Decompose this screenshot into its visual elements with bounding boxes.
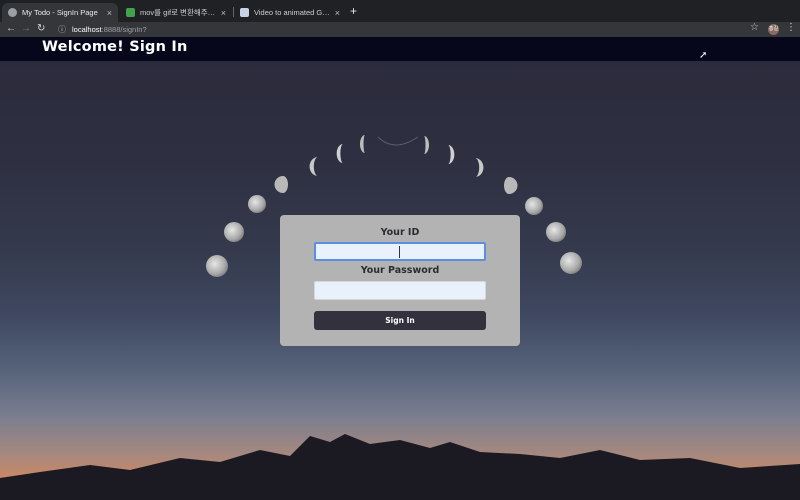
bookmark-star-icon[interactable]: ☆ [750, 22, 759, 33]
close-tab-icon[interactable]: × [107, 8, 112, 18]
url-path: :8888/signIn? [101, 25, 147, 34]
tab-video-gif[interactable]: Video to animated GIF converte × [234, 3, 346, 22]
signin-button[interactable]: Sign In [314, 311, 486, 330]
tab-my-todo[interactable]: My Todo - SignIn Page × [2, 3, 118, 22]
mountain-silhouette [0, 434, 800, 500]
new-tab-button[interactable]: + [350, 4, 357, 18]
reload-icon[interactable]: ↻ [37, 23, 45, 35]
text-caret [399, 246, 400, 258]
close-tab-icon[interactable]: × [335, 8, 340, 18]
address-bar[interactable]: ⓘ localhost:8888/signIn? [50, 23, 740, 36]
id-label: Your ID [380, 227, 420, 238]
menu-kebab-icon[interactable]: ⋮ [786, 22, 796, 33]
forward-arrow-icon[interactable]: → [21, 23, 31, 35]
info-icon[interactable]: ⓘ [58, 24, 66, 35]
tab-title: My Todo - SignIn Page [22, 8, 98, 17]
tab-title: mov를 gif로 변환해주는 사이트 (.. [140, 8, 217, 17]
site-favicon-icon [126, 8, 135, 17]
app-header: Welcome! Sign In [0, 37, 800, 61]
signin-card: Your ID Your Password Sign In [280, 215, 520, 346]
back-arrow-icon[interactable]: ← [6, 23, 16, 35]
page-title: Welcome! Sign In [42, 39, 188, 55]
password-input[interactable] [314, 281, 486, 300]
profile-avatar[interactable]: 홍길 [768, 24, 779, 35]
tab-bar: My Todo - SignIn Page × mov를 gif로 변환해주는 … [0, 0, 800, 22]
tab-mov-gif[interactable]: mov를 gif로 변환해주는 사이트 (.. × [120, 3, 232, 22]
id-input[interactable] [314, 242, 486, 261]
mouse-cursor-icon: ➚ [699, 50, 708, 61]
url-host: localhost [72, 25, 102, 34]
navigation-bar: ← → ↻ ⓘ localhost:8888/signIn? ☆ 홍길 ⋮ [0, 22, 800, 37]
tab-title: Video to animated GIF converte [254, 8, 331, 17]
password-label: Your Password [360, 265, 440, 276]
page-background: Welcome! Sign In ➚ Your ID Your Password… [0, 37, 800, 500]
globe-icon [8, 8, 17, 17]
close-tab-icon[interactable]: × [221, 8, 226, 18]
site-favicon-icon [240, 8, 249, 17]
browser-chrome: My Todo - SignIn Page × mov를 gif로 변환해주는 … [0, 0, 800, 37]
